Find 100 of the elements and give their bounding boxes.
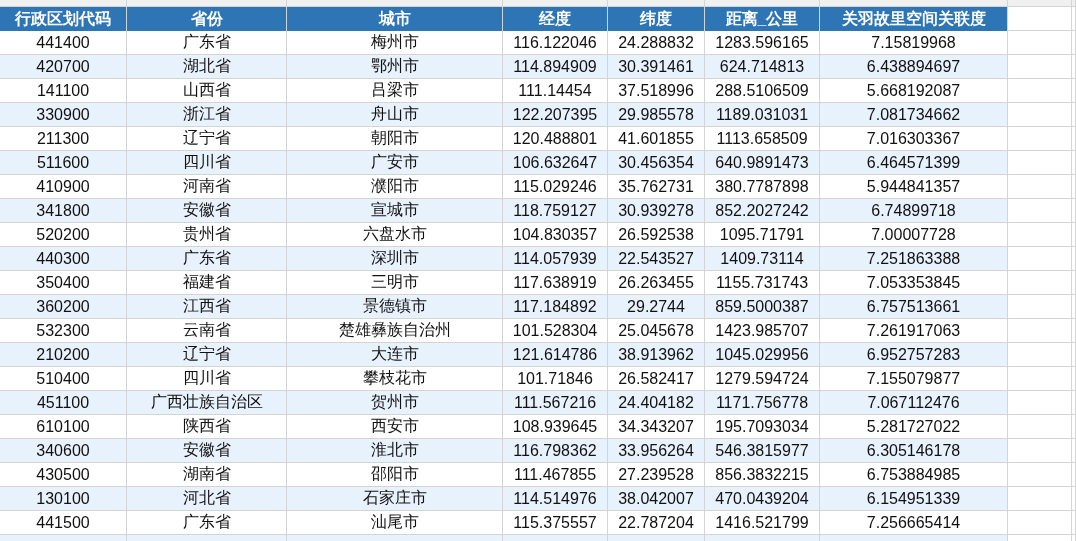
table-cell: 贺州市 [287, 391, 503, 415]
table-cell: 118.759127 [503, 199, 608, 223]
table-cell: 河南省 [127, 175, 287, 199]
table-cell: 440300 [0, 247, 127, 271]
table-cell: 350400 [0, 271, 127, 295]
table-cell: 1189.031031 [705, 103, 820, 127]
table-cell: 1279.594724 [705, 367, 820, 391]
table-cell: 111.14454 [503, 79, 608, 103]
table-cell: 117.184892 [503, 295, 608, 319]
table-cell: 江西省 [127, 295, 287, 319]
column-header: 距离_公里 [705, 7, 820, 31]
table-cell: 7.155079877 [820, 367, 1008, 391]
table-cell: 341800 [0, 199, 127, 223]
table-cell: 121.614786 [503, 343, 608, 367]
table-cell: 朝阳市 [287, 127, 503, 151]
table-cell: 6.753884985 [820, 463, 1008, 487]
table-cell: 广东省 [127, 31, 287, 55]
table-cell: 340600 [0, 439, 127, 463]
table-cell: 211300 [0, 127, 127, 151]
table-cell: 三明市 [287, 271, 503, 295]
table-cell: 111.567216 [503, 391, 608, 415]
table-cell: 7.067112476 [820, 391, 1008, 415]
table-cell: 5.281727022 [820, 415, 1008, 439]
table-cell: 湖北省 [127, 55, 287, 79]
table-cell: 5.944841357 [820, 175, 1008, 199]
table-cell: 210200 [0, 343, 127, 367]
table-cell: 30.939278 [608, 199, 705, 223]
table-cell: 浙江省 [127, 103, 287, 127]
table-cell: 30.391461 [608, 55, 705, 79]
table-cell: 7.15819968 [820, 31, 1008, 55]
table-cell: 1113.658509 [705, 127, 820, 151]
table-cell: 景德镇市 [287, 295, 503, 319]
table-cell: 117.638919 [503, 271, 608, 295]
table-cell: 26.263455 [608, 271, 705, 295]
table-cell: 四川省 [127, 151, 287, 175]
table-cell: 852.2027242 [705, 199, 820, 223]
table-cell: 吕梁市 [287, 79, 503, 103]
table-cell: 6.438894697 [820, 55, 1008, 79]
table-cell: 195.7093034 [705, 415, 820, 439]
table-cell: 451100 [0, 391, 127, 415]
table-cell: 山西省 [127, 79, 287, 103]
table-cell: 35.762731 [608, 175, 705, 199]
table-cell: 22.787204 [608, 511, 705, 535]
table-cell: 330900 [0, 103, 127, 127]
table-cell: 122.207395 [503, 103, 608, 127]
table-cell: 24.288832 [608, 31, 705, 55]
table-cell: 130100 [0, 487, 127, 511]
column-header: 经度 [503, 7, 608, 31]
table-cell: 7.261917063 [820, 319, 1008, 343]
table-cell: 26.592538 [608, 223, 705, 247]
table-cell: 淮北市 [287, 439, 503, 463]
table-cell: 鄂州市 [287, 55, 503, 79]
table-cell: 111.467855 [503, 463, 608, 487]
table-cell: 25.045678 [608, 319, 705, 343]
table-cell: 安徽省 [127, 199, 287, 223]
table-cell: 441500 [0, 511, 127, 535]
table-cell: 511600 [0, 151, 127, 175]
table-cell: 441400 [0, 31, 127, 55]
table-cell: 104.830357 [503, 223, 608, 247]
table-cell: 石家庄市 [287, 487, 503, 511]
table-cell: 22.543527 [608, 247, 705, 271]
table-cell: 38.042007 [608, 487, 705, 511]
table-cell: 29.985578 [608, 103, 705, 127]
table-cell: 广西壮族自治区 [127, 391, 287, 415]
table-cell: 141100 [0, 79, 127, 103]
table-cell: 7.016303367 [820, 127, 1008, 151]
table-cell: 6.74899718 [820, 199, 1008, 223]
table-cell: 6.757513661 [820, 295, 1008, 319]
table-cell: 陕西省 [127, 415, 287, 439]
column-header: 城市 [287, 7, 503, 31]
table-cell: 1095.71791 [705, 223, 820, 247]
table-cell: 广东省 [127, 511, 287, 535]
table-cell: 1045.029956 [705, 343, 820, 367]
table-cell: 1171.756778 [705, 391, 820, 415]
table-cell: 532300 [0, 319, 127, 343]
table-cell: 7.256665414 [820, 511, 1008, 535]
table-cell: 610100 [0, 415, 127, 439]
table-cell: 广安市 [287, 151, 503, 175]
table-cell: 33.956264 [608, 439, 705, 463]
table-cell: 7.081734662 [820, 103, 1008, 127]
table-cell: 湖南省 [127, 463, 287, 487]
table-cell: 520200 [0, 223, 127, 247]
table-cell: 430500 [0, 463, 127, 487]
table-cell: 1409.73114 [705, 247, 820, 271]
column-header: 关羽故里空间关联度 [820, 7, 1008, 31]
table-cell: 大连市 [287, 343, 503, 367]
table-cell: 420700 [0, 55, 127, 79]
table-cell: 24.404182 [608, 391, 705, 415]
table-cell: 410900 [0, 175, 127, 199]
table-cell: 辽宁省 [127, 343, 287, 367]
table-cell: 114.057939 [503, 247, 608, 271]
table-cell: 470.0439204 [705, 487, 820, 511]
table-cell: 101.528304 [503, 319, 608, 343]
table-cell: 30.456354 [608, 151, 705, 175]
table-cell: 7.251863388 [820, 247, 1008, 271]
table-cell: 邵阳市 [287, 463, 503, 487]
table-cell: 7.053353845 [820, 271, 1008, 295]
table-cell: 宣城市 [287, 199, 503, 223]
table-cell: 114.894909 [503, 55, 608, 79]
table-cell: 106.632647 [503, 151, 608, 175]
